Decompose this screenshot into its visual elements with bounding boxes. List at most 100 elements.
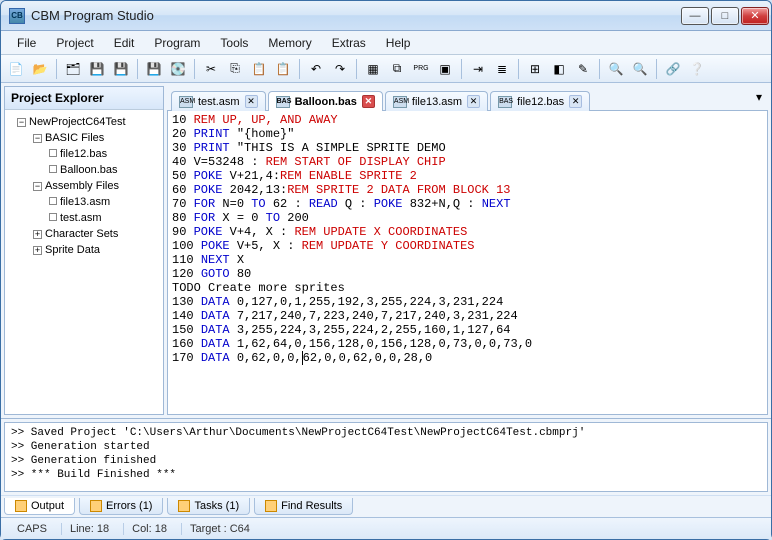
code-line[interactable]: 90 POKE V+4, X : REM UPDATE X COORDINATE… (172, 225, 763, 239)
output-tab-find[interactable]: Find Results (254, 498, 353, 515)
replace-icon[interactable]: 🔍 (629, 58, 651, 80)
tree-group-basic-files[interactable]: −BASIC Files (7, 130, 161, 146)
tree-item-test-asm[interactable]: test.asm (7, 210, 161, 226)
menu-file[interactable]: File (7, 33, 46, 53)
code-line[interactable]: 10 REM UP, UP, AND AWAY (172, 113, 763, 127)
code-line[interactable]: 150 DATA 3,255,224,3,255,224,2,255,160,1… (172, 323, 763, 337)
menu-extras[interactable]: Extras (322, 33, 376, 53)
toolbar-separator (656, 59, 657, 79)
window-title: CBM Program Studio (31, 8, 681, 23)
code-line[interactable]: 40 V=53248 : REM START OF DISPLAY CHIP (172, 155, 763, 169)
grid-icon[interactable]: ⊞ (524, 58, 546, 80)
project-tree[interactable]: −NewProjectC64Test−BASIC Filesfile12.bas… (5, 110, 163, 414)
toolbar: 📄📂🗂💾💾💾💽✂⎘📋📋↶↷▦⧉PRG▣⇥≣⊞◧✎🔍🔍🔗❔ (1, 55, 771, 83)
output-tab-label: Find Results (281, 500, 342, 512)
tree-group-character-sets[interactable]: +Character Sets (7, 226, 161, 242)
tab-test-asm[interactable]: ASMtest.asm✕ (171, 91, 266, 111)
menu-program[interactable]: Program (144, 33, 210, 53)
tab-file13-asm[interactable]: ASMfile13.asm✕ (385, 91, 488, 111)
save-all-icon[interactable]: 🗂 (62, 58, 84, 80)
tree-root[interactable]: −NewProjectC64Test (7, 114, 161, 130)
close-button[interactable]: ✕ (741, 7, 769, 25)
code-line[interactable]: 130 DATA 0,127,0,1,255,192,3,255,224,3,2… (172, 295, 763, 309)
toolbar-separator (599, 59, 600, 79)
menu-project[interactable]: Project (46, 33, 103, 53)
close-icon[interactable]: ✕ (362, 95, 375, 108)
code-editor[interactable]: 10 REM UP, UP, AND AWAY20 PRINT "{home}"… (167, 110, 768, 415)
output-tabs: OutputErrors (1) Tasks (1) Find Results (1, 495, 771, 517)
menu-tools[interactable]: Tools (210, 33, 258, 53)
code-line[interactable]: 50 POKE V+21,4:REM ENABLE SPRITE 2 (172, 169, 763, 183)
code-line[interactable]: 30 PRINT "THIS IS A SIMPLE SPRITE DEMO (172, 141, 763, 155)
close-icon[interactable]: ✕ (245, 95, 258, 108)
menu-bar: FileProjectEditProgramToolsMemoryExtrasH… (1, 31, 771, 55)
paste-icon[interactable]: 📋 (248, 58, 270, 80)
picker-icon[interactable]: ✎ (572, 58, 594, 80)
tab-balloon-bas[interactable]: BASBalloon.bas✕ (268, 91, 383, 111)
console-output[interactable]: >> Saved Project 'C:\Users\Arthur\Docume… (4, 422, 768, 492)
undo-icon[interactable]: ↶ (305, 58, 327, 80)
output-tab-errors[interactable]: Errors (1) (79, 498, 163, 515)
compile-icon[interactable]: ▦ (362, 58, 384, 80)
build-prg-icon[interactable]: PRG (410, 58, 432, 80)
char-icon[interactable]: ◧ (548, 58, 570, 80)
link-icon[interactable]: 🔗 (662, 58, 684, 80)
toolbar-separator (137, 59, 138, 79)
code-line[interactable]: 20 PRINT "{home}" (172, 127, 763, 141)
tab-icon (90, 500, 102, 512)
title-bar: CB CBM Program Studio — □ ✕ (1, 1, 771, 31)
close-icon[interactable]: ✕ (569, 95, 582, 108)
save-as-icon[interactable]: 💾 (110, 58, 132, 80)
help-icon[interactable]: ❔ (686, 58, 708, 80)
code-line[interactable]: 170 DATA 0,62,0,0,62,0,0,62,0,0,28,0 (172, 351, 763, 365)
menu-help[interactable]: Help (376, 33, 421, 53)
editor-tabs: ASMtest.asm✕BASBalloon.bas✕ASMfile13.asm… (167, 86, 768, 110)
maximize-button[interactable]: □ (711, 7, 739, 25)
build-icon[interactable]: ⧉ (386, 58, 408, 80)
tab-file12-bas[interactable]: BASfile12.bas✕ (490, 91, 590, 111)
new-icon[interactable]: 📄 (5, 58, 27, 80)
project-explorer: Project Explorer −NewProjectC64Test−BASI… (4, 86, 164, 415)
tree-group-assembly-files[interactable]: −Assembly Files (7, 178, 161, 194)
tab-overflow-icon[interactable]: ▾ (756, 90, 762, 104)
tree-item-file12-bas[interactable]: file12.bas (7, 146, 161, 162)
find-icon[interactable]: 🔍 (605, 58, 627, 80)
code-line[interactable]: 160 DATA 1,62,64,0,156,128,0,156,128,0,7… (172, 337, 763, 351)
run-icon[interactable]: ▣ (434, 58, 456, 80)
code-line[interactable]: 120 GOTO 80 (172, 267, 763, 281)
file-icon: BAS (276, 96, 290, 108)
code-line[interactable]: 60 POKE 2042,13:REM SPRITE 2 DATA FROM B… (172, 183, 763, 197)
code-line[interactable]: 100 POKE V+5, X : REM UPDATE Y COORDINAT… (172, 239, 763, 253)
floppy-icon[interactable]: 💾 (143, 58, 165, 80)
tab-icon (178, 500, 190, 512)
tree-item-file13-asm[interactable]: file13.asm (7, 194, 161, 210)
status-bar: CAPS Line: 18 Col: 18 Target : C64 (1, 517, 771, 539)
list-icon[interactable]: ≣ (491, 58, 513, 80)
save-icon[interactable]: 💾 (86, 58, 108, 80)
menu-memory[interactable]: Memory (258, 33, 321, 53)
toolbar-separator (194, 59, 195, 79)
indent-icon[interactable]: ⇥ (467, 58, 489, 80)
status-col: Col: 18 (123, 523, 175, 535)
code-line[interactable]: 140 DATA 7,217,240,7,223,240,7,217,240,3… (172, 309, 763, 323)
open-icon[interactable]: 📂 (29, 58, 51, 80)
code-line[interactable]: 70 FOR N=0 TO 62 : READ Q : POKE 832+N,Q… (172, 197, 763, 211)
file-icon: ASM (393, 96, 407, 108)
redo-icon[interactable]: ↷ (329, 58, 351, 80)
code-line[interactable]: 80 FOR X = 0 TO 200 (172, 211, 763, 225)
close-icon[interactable]: ✕ (467, 95, 480, 108)
copy-icon[interactable]: ⎘ (224, 58, 246, 80)
output-tab-tasks[interactable]: Tasks (1) (167, 498, 250, 515)
disk-icon[interactable]: 💽 (167, 58, 189, 80)
minimize-button[interactable]: — (681, 7, 709, 25)
clip-icon[interactable]: 📋 (272, 58, 294, 80)
code-line[interactable]: TODO Create more sprites (172, 281, 763, 295)
output-tab-output[interactable]: Output (4, 498, 75, 515)
output-tab-label: Tasks (1) (194, 500, 239, 512)
cut-icon[interactable]: ✂ (200, 58, 222, 80)
tree-group-sprite-data[interactable]: +Sprite Data (7, 242, 161, 258)
tree-item-balloon-bas[interactable]: Balloon.bas (7, 162, 161, 178)
code-line[interactable]: 110 NEXT X (172, 253, 763, 267)
toolbar-separator (461, 59, 462, 79)
menu-edit[interactable]: Edit (104, 33, 145, 53)
